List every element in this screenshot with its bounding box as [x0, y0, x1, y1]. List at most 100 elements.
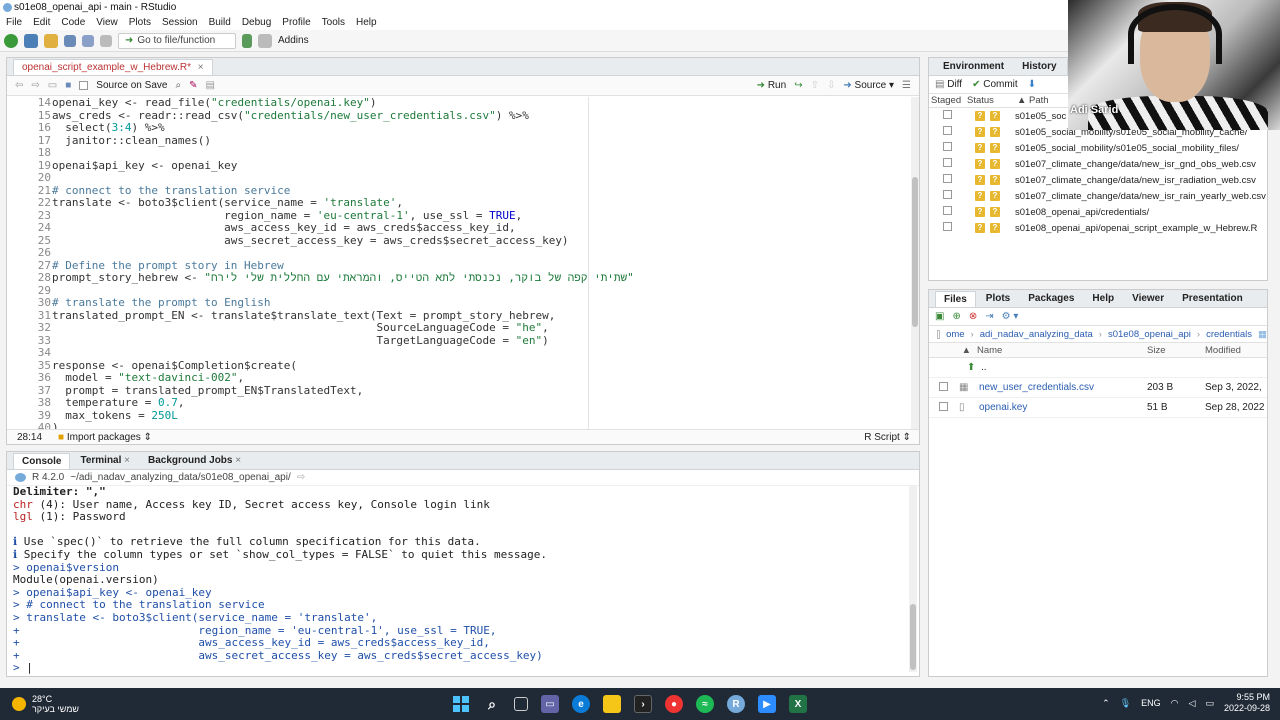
re-run-icon[interactable]: ↪	[794, 80, 802, 91]
menu-edit[interactable]: Edit	[33, 17, 50, 28]
task-view-icon[interactable]	[514, 697, 528, 711]
search-icon[interactable]: ⌕	[483, 695, 501, 713]
git-row[interactable]: ?? s01e08_openai_api/openai_script_exampl…	[929, 220, 1267, 236]
go-down-icon[interactable]: ⇩	[827, 80, 835, 91]
back-arrow-icon[interactable]: ⇦	[15, 80, 23, 91]
file-name[interactable]: new_user_credentials.csv	[979, 382, 1147, 393]
new-blank-file-icon[interactable]: ⊕	[952, 311, 960, 322]
stage-checkbox[interactable]	[943, 142, 952, 151]
breadcrumb-item[interactable]: credentials	[1206, 329, 1252, 340]
tab-presentation[interactable]: Presentation	[1174, 291, 1251, 307]
close-tab-icon[interactable]: ×	[198, 62, 204, 73]
rstudio-taskbar-icon[interactable]: R	[727, 695, 745, 713]
console-output[interactable]: Delimiter: "," chr (4): User name, Acces…	[13, 486, 909, 674]
go-to-directory-icon[interactable]: ⇨	[297, 472, 305, 483]
menu-file[interactable]: File	[6, 17, 22, 28]
column-status[interactable]: Status	[965, 95, 1015, 106]
r-project-icon[interactable]: ▦	[1258, 329, 1267, 340]
column-modified[interactable]: Modified	[1205, 345, 1241, 356]
menu-build[interactable]: Build	[209, 17, 231, 28]
working-directory[interactable]: ~/adi_nadav_analyzing_data/s01e08_openai…	[70, 472, 290, 483]
git-row[interactable]: ?? s01e08_openai_api/credentials/	[929, 204, 1267, 220]
delete-icon[interactable]: ⊗	[969, 311, 977, 322]
save-icon[interactable]	[64, 34, 76, 47]
addins-menu[interactable]: Addins	[278, 35, 309, 46]
console-scrollbar[interactable]	[909, 486, 917, 672]
breadcrumb-item[interactable]: ome	[946, 329, 964, 340]
git-row[interactable]: ?? s01e07_climate_change/data/new_isr_rai…	[929, 188, 1267, 204]
column-name[interactable]: Name	[977, 345, 1147, 356]
code-text[interactable]: openai_key <- read_file("credentials/ope…	[52, 97, 912, 430]
stage-checkbox[interactable]	[943, 158, 952, 167]
editor-scrollbar[interactable]	[911, 97, 919, 430]
breadcrumb-item[interactable]: s01e08_openai_api	[1108, 329, 1191, 340]
search-icon[interactable]: ⌕	[175, 80, 181, 91]
show-in-window-icon[interactable]: ▭	[48, 80, 57, 91]
scrollbar-thumb[interactable]	[910, 604, 916, 670]
compile-report-icon[interactable]: ▤	[205, 80, 214, 91]
git-row[interactable]: ?? s01e05_social_mobility/s01e05_social_m…	[929, 140, 1267, 156]
git-row[interactable]: ?? s01e07_climate_change/data/new_isr_rad…	[929, 172, 1267, 188]
file-explorer-icon[interactable]	[603, 695, 621, 713]
save-all-icon[interactable]	[82, 34, 94, 47]
file-checkbox[interactable]	[939, 381, 948, 391]
select-all-checkbox[interactable]	[937, 329, 941, 339]
terminal-icon[interactable]: ›	[634, 695, 652, 713]
code-tools-icon[interactable]: ✎	[189, 80, 197, 91]
tab-terminal[interactable]: Terminal ×	[72, 453, 138, 469]
diff-button[interactable]: ▤ Diff	[935, 79, 962, 90]
import-packages-menu[interactable]: ■ Import packages ⇕	[58, 432, 152, 443]
file-checkbox[interactable]	[939, 401, 948, 411]
tab-history[interactable]: History	[1014, 59, 1064, 75]
go-to-file-input[interactable]: ➜ Go to file/function	[118, 32, 236, 49]
breadcrumb-item[interactable]: adi_nadav_analyzing_data	[980, 329, 1093, 340]
tab-background-jobs[interactable]: Background Jobs ×	[140, 453, 249, 469]
stage-checkbox[interactable]	[943, 110, 952, 119]
menu-tools[interactable]: Tools	[322, 17, 345, 28]
file-type-menu[interactable]: R Script ⇕	[864, 432, 911, 443]
open-file-icon[interactable]	[44, 33, 58, 48]
column-size[interactable]: Size	[1147, 345, 1205, 356]
tab-help[interactable]: Help	[1084, 291, 1122, 307]
print-icon[interactable]	[100, 34, 112, 47]
clock[interactable]: 9:55 PM 2022-09-28	[1224, 692, 1270, 714]
battery-icon[interactable]: ▭	[1205, 698, 1214, 709]
teams-chat-icon[interactable]: ▭	[541, 695, 559, 713]
close-tab-icon[interactable]: ×	[124, 455, 130, 466]
menu-session[interactable]: Session	[162, 17, 198, 28]
new-file-icon[interactable]	[4, 33, 18, 48]
outline-icon[interactable]: ☰	[902, 80, 911, 91]
file-name[interactable]: openai.key	[979, 402, 1147, 413]
menu-view[interactable]: View	[96, 17, 118, 28]
new-project-icon[interactable]	[24, 33, 38, 48]
tab-console[interactable]: Console	[13, 453, 71, 469]
parent-directory-row[interactable]: ⬆ ..	[929, 358, 1267, 378]
rename-icon[interactable]: ⇥	[985, 311, 993, 322]
chevron-up-icon[interactable]: ⌃	[1102, 698, 1110, 709]
pane-layout-icon[interactable]	[258, 33, 272, 48]
tab-packages[interactable]: Packages	[1020, 291, 1082, 307]
spotify-icon[interactable]: ≈	[696, 695, 714, 713]
scrollbar-thumb[interactable]	[912, 177, 918, 327]
stage-checkbox[interactable]	[943, 126, 952, 135]
menu-help[interactable]: Help	[356, 17, 377, 28]
chrome-icon[interactable]: ●	[665, 695, 683, 713]
source-on-save-checkbox[interactable]	[79, 81, 89, 90]
tab-files[interactable]: Files	[935, 291, 976, 307]
git-row[interactable]: ?? s01e07_climate_change/data/new_isr_gnd…	[929, 156, 1267, 172]
run-icon[interactable]: ➜ Run	[757, 80, 787, 91]
menu-profile[interactable]: Profile	[282, 17, 310, 28]
go-up-icon[interactable]: ⇧	[811, 80, 819, 91]
forward-arrow-icon[interactable]: ⇨	[31, 80, 39, 91]
tab-plots[interactable]: Plots	[978, 291, 1018, 307]
language-indicator[interactable]: ENG	[1141, 698, 1161, 708]
volume-icon[interactable]: ◁	[1189, 698, 1196, 709]
new-folder-icon[interactable]: ▣	[935, 311, 944, 322]
menu-plots[interactable]: Plots	[129, 17, 151, 28]
close-tab-icon[interactable]: ×	[235, 455, 241, 466]
wifi-icon[interactable]: ◠	[1171, 698, 1179, 709]
pull-icon[interactable]: ⬇	[1028, 79, 1036, 90]
tab-environment[interactable]: Environment	[935, 59, 1012, 75]
stage-checkbox[interactable]	[943, 174, 952, 183]
column-staged[interactable]: Staged	[929, 95, 965, 106]
